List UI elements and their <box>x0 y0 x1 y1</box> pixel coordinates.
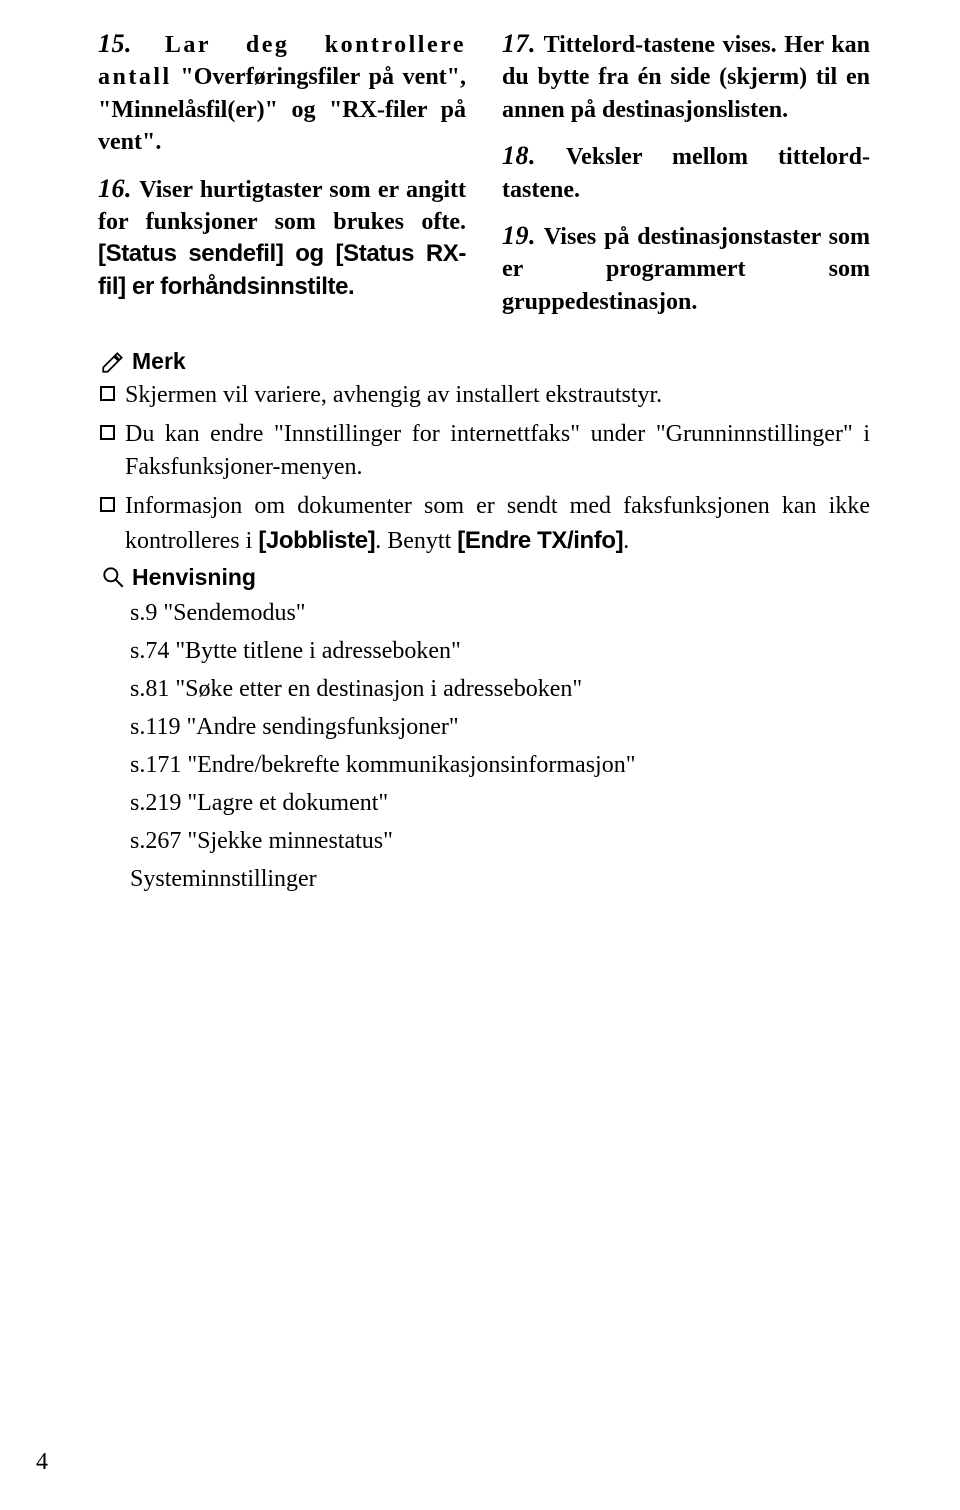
reference-item: s.74 "Bytte titlene i adresseboken" <box>130 633 870 669</box>
item-bold-text: Tittelord-tastene vises. Her kan du bytt… <box>502 32 870 123</box>
bullet-item: Informasjon om dokumenter som er sendt m… <box>100 490 870 557</box>
magnifier-icon <box>100 564 126 590</box>
left-column: 15. Lar deg kontrollere antall "Overføri… <box>98 26 466 330</box>
bullet-cond-1: [Jobbliste] <box>258 527 375 554</box>
item-number: 18. <box>502 141 536 170</box>
bullet-text: Informasjon om dokumenter som er sendt m… <box>125 490 870 557</box>
reference-list: s.9 "Sendemodus" s.74 "Bytte titlene i a… <box>98 595 870 897</box>
henvisning-label: Henvisning <box>132 564 256 591</box>
reference-item: Systeminnstillinger <box>130 861 870 897</box>
merk-heading: Merk <box>98 348 870 375</box>
item-16: 16. Viser hurtigtaster som er angitt for… <box>98 171 466 304</box>
item-bold-text: Veksler mellom tittelord-tastene. <box>502 144 870 202</box>
bullet-item: Du kan endre "Innstillinger for internet… <box>100 418 870 484</box>
page-number: 4 <box>36 1449 48 1476</box>
reference-item: s.219 "Lagre et dokument" <box>130 785 870 821</box>
bullet-post: . <box>623 528 629 554</box>
bullet-cond-2: [Endre TX/info] <box>457 527 623 554</box>
right-column: 17. Tittelord-tastene vises. Her kan du … <box>502 26 870 330</box>
item-cond-tail: er forhåndsinnstilte. <box>126 273 355 300</box>
item-bold-text: Viser hurtigtaster som er angitt for fun… <box>98 177 466 235</box>
item-bold-text: Vises på destinasjonstaster som er progr… <box>502 224 870 315</box>
pencil-icon <box>100 349 126 375</box>
item-19: 19. Vises på destinasjonstaster som er p… <box>502 218 870 318</box>
item-18: 18. Veksler mellom tittelord-tastene. <box>502 138 870 206</box>
item-15: 15. Lar deg kontrollere antall "Overføri… <box>98 26 466 159</box>
bullet-mid: . Benytt <box>375 528 457 554</box>
bullet-item: Skjermen vil variere, avhengig av instal… <box>100 379 870 412</box>
merk-label: Merk <box>132 348 186 375</box>
item-17: 17. Tittelord-tastene vises. Her kan du … <box>502 26 870 126</box>
item-number: 19. <box>502 221 536 250</box>
item-number: 17. <box>502 29 536 58</box>
two-column-block: 15. Lar deg kontrollere antall "Overføri… <box>98 26 870 330</box>
item-cond-1: [Status sendefil] <box>98 240 283 267</box>
merk-bullets: Skjermen vil variere, avhengig av instal… <box>98 379 870 558</box>
reference-item: s.81 "Søke etter en destinasjon i adress… <box>130 671 870 707</box>
square-bullet-icon <box>100 386 115 401</box>
bullet-text: Skjermen vil variere, avhengig av instal… <box>125 379 870 412</box>
item-number: 16. <box>98 174 132 203</box>
square-bullet-icon <box>100 497 115 512</box>
reference-item: s.267 "Sjekke minnestatus" <box>130 823 870 859</box>
reference-item: s.9 "Sendemodus" <box>130 595 870 631</box>
bullet-text: Du kan endre "Innstillinger for internet… <box>125 418 870 484</box>
reference-item: s.171 "Endre/bekrefte kommunikasjonsinfo… <box>130 747 870 783</box>
henvisning-heading: Henvisning <box>98 564 870 591</box>
reference-item: s.119 "Andre sendingsfunksjoner" <box>130 709 870 745</box>
item-cond-join: og <box>283 240 335 267</box>
square-bullet-icon <box>100 425 115 440</box>
item-number: 15. <box>98 29 132 58</box>
